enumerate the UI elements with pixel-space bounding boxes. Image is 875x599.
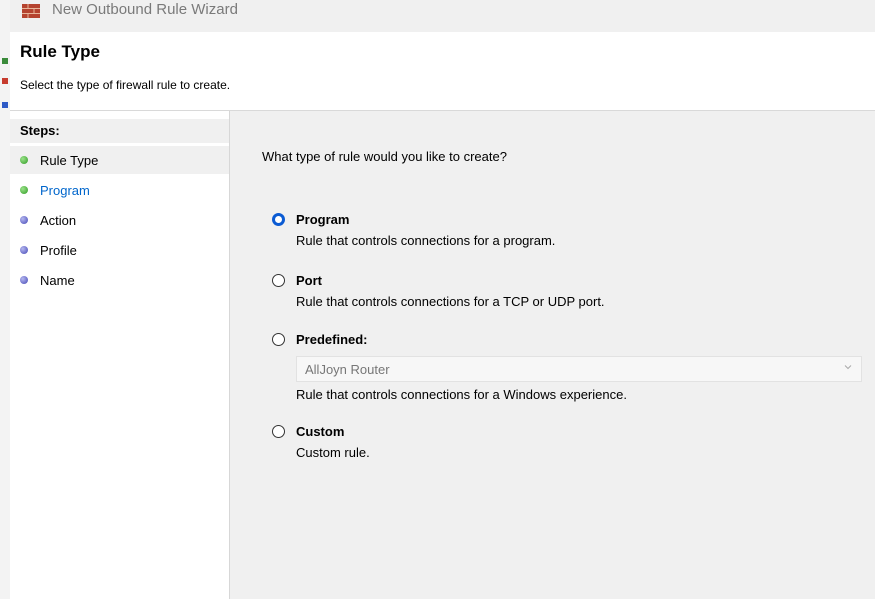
program-radio[interactable]: [272, 213, 285, 226]
option-description: Rule that controls connections for a Win…: [296, 387, 627, 402]
edge-icon: [2, 58, 8, 64]
predefined-radio[interactable]: [272, 333, 285, 346]
step-program[interactable]: Program: [10, 176, 229, 204]
option-description: Custom rule.: [296, 445, 370, 460]
option-label[interactable]: Program: [296, 212, 349, 227]
step-pending-icon: [20, 216, 28, 224]
step-complete-icon: [20, 156, 28, 164]
option-label[interactable]: Port: [296, 273, 322, 288]
custom-radio[interactable]: [272, 425, 285, 438]
steps-heading: Steps:: [10, 119, 229, 143]
option-label[interactable]: Predefined:: [296, 332, 368, 347]
step-label: Action: [40, 213, 77, 228]
edge-icon: [2, 102, 8, 108]
chevron-down-icon: [844, 365, 852, 370]
step-label: Rule Type: [40, 153, 99, 168]
option-description: Rule that controls connections for a TCP…: [296, 294, 605, 309]
main-content: What type of rule would you like to crea…: [230, 111, 875, 599]
dropdown-value: AllJoyn Router: [305, 362, 390, 377]
step-label[interactable]: Program: [40, 183, 90, 198]
step-label: Profile: [40, 243, 77, 258]
window-title: New Outbound Rule Wizard: [52, 1, 238, 18]
page-title: Rule Type: [20, 42, 100, 61]
page-subtitle: Select the type of firewall rule to crea…: [20, 78, 231, 92]
step-pending-icon: [20, 246, 28, 254]
wizard-header: Rule Type Select the type of firewall ru…: [10, 32, 875, 111]
step-profile: Profile: [10, 236, 229, 264]
predefined-dropdown[interactable]: AllJoyn Router: [296, 356, 862, 382]
step-rule-type: Rule Type: [10, 146, 229, 174]
steps-heading-label: Steps:: [20, 123, 60, 138]
rule-type-question: What type of rule would you like to crea…: [262, 149, 507, 164]
step-pending-icon: [20, 276, 28, 284]
step-label: Name: [40, 273, 75, 288]
title-bar[interactable]: New Outbound Rule Wizard: [10, 0, 875, 32]
firewall-icon: [22, 4, 40, 18]
steps-panel: Steps: Rule Type Program Action Profile …: [10, 111, 230, 599]
port-radio[interactable]: [272, 274, 285, 287]
option-description: Rule that controls connections for a pro…: [296, 233, 556, 248]
step-action: Action: [10, 206, 229, 234]
edge-icon: [2, 78, 8, 84]
step-name: Name: [10, 266, 229, 294]
option-label[interactable]: Custom: [296, 424, 344, 439]
step-complete-icon: [20, 186, 28, 194]
